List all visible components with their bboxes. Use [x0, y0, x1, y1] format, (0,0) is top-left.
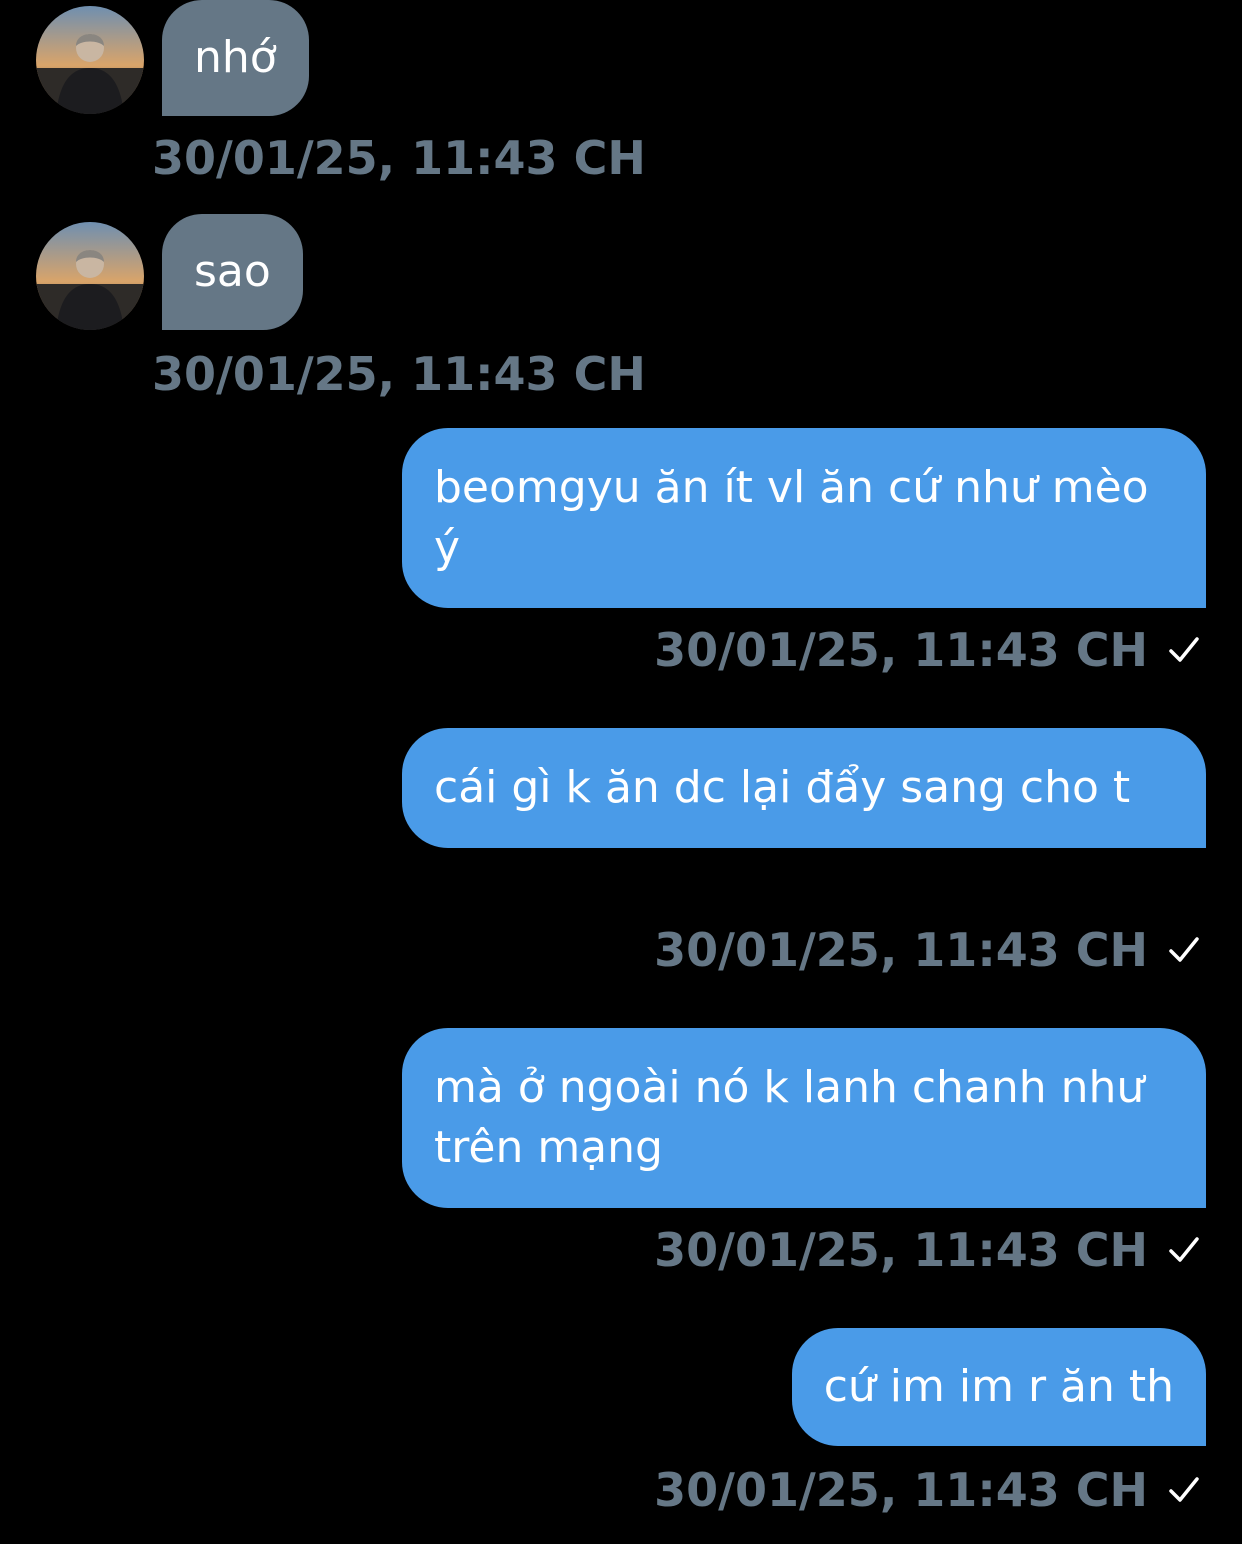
message-text: nhớ — [194, 32, 277, 83]
message-timestamp: 30/01/25, 11:43 CH — [152, 131, 646, 185]
message-text: beomgyu ăn ít vl ăn cứ như mèo ý — [434, 462, 1149, 573]
message-bubble[interactable]: beomgyu ăn ít vl ăn cứ như mèo ý — [402, 428, 1206, 608]
check-icon — [1169, 637, 1199, 662]
message-text: cái gì k ăn dc lại đẩy sang cho t — [434, 762, 1131, 813]
check-icon — [1169, 1237, 1199, 1262]
message-timestamp: 30/01/25, 11:43 CH — [654, 1223, 1148, 1277]
message-timestamp: 30/01/25, 11:43 CH — [654, 923, 1148, 977]
avatar[interactable] — [36, 222, 144, 330]
message-bubble[interactable]: nhớ — [162, 0, 309, 116]
message-timestamp: 30/01/25, 11:43 CH — [654, 1463, 1148, 1517]
message-text: sao — [194, 246, 271, 297]
check-icon — [1169, 937, 1199, 962]
message-bubble[interactable]: mà ở ngoài nó k lanh chanh như trên mạng — [402, 1028, 1206, 1208]
message-bubble[interactable]: cái gì k ăn dc lại đẩy sang cho t — [402, 728, 1206, 848]
message-bubble[interactable]: cứ im im r ăn th — [791, 1328, 1206, 1446]
message-text: cứ im im r ăn th — [823, 1361, 1174, 1412]
message-bubble[interactable]: sao — [162, 214, 303, 330]
message-timestamp: 30/01/25, 11:43 CH — [654, 623, 1148, 677]
message-text: mà ở ngoài nó k lanh chanh như trên mạng — [434, 1062, 1145, 1173]
avatar[interactable] — [36, 6, 144, 114]
check-icon — [1169, 1477, 1199, 1502]
message-thread: nhớ 30/01/25, 11:43 CH sao 30/01/25, 11:… — [0, 0, 1242, 1544]
message-timestamp: 30/01/25, 11:43 CH — [152, 347, 646, 401]
